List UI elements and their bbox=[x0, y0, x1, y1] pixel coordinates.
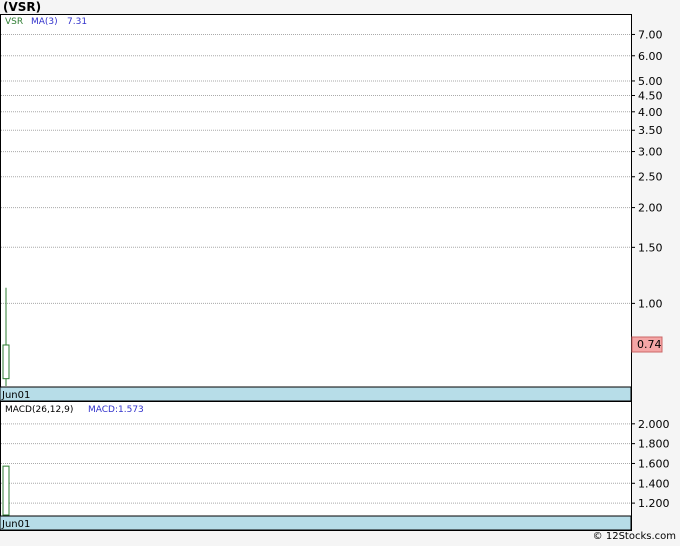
macd-tick-label: 1.400 bbox=[638, 477, 670, 490]
price-tick-label: 1.50 bbox=[638, 241, 663, 254]
macd-tick-label: 1.800 bbox=[638, 438, 670, 451]
macd-bars bbox=[2, 465, 10, 516]
macd-tick-label: 2.000 bbox=[638, 418, 670, 431]
macd-date-band bbox=[0, 515, 632, 531]
macd-tick-label: 1.600 bbox=[638, 457, 670, 470]
price-tick-label: 5.00 bbox=[638, 75, 663, 88]
macd-panel bbox=[0, 401, 632, 531]
legend-symbol: VSR bbox=[5, 17, 23, 27]
price-tick-label: 4.00 bbox=[638, 106, 663, 119]
macd-bar bbox=[2, 465, 10, 516]
macd-date-label: Jun01 bbox=[1, 519, 30, 530]
legend-ma-value: 7.31 bbox=[67, 17, 87, 27]
price-tick-label: 3.00 bbox=[638, 146, 663, 159]
footer-credit: © 12Stocks.com bbox=[592, 531, 676, 542]
macd-legend-value: MACD:1.573 bbox=[88, 405, 144, 415]
macd-tick-label: 1.200 bbox=[638, 497, 670, 510]
candle-body bbox=[2, 344, 10, 380]
price-tick-label: 4.50 bbox=[638, 90, 663, 103]
price-axis: 1.00 1.50 2.00 2.50 3.00 3.50 4.00 4.50 5.00 6.00… bbox=[631, 28, 663, 310]
price-date-label: Jun01 bbox=[1, 390, 30, 401]
price-tick-label: 7.00 bbox=[638, 28, 663, 41]
stock-chart: VSR MA(3) 7.31 Jun01 1.00 1.50 2.00 2.50 3.0… bbox=[0, 14, 670, 531]
price-tick-label: 1.00 bbox=[638, 297, 663, 310]
price-tick-label: 3.50 bbox=[638, 124, 663, 137]
price-tick-label: 6.00 bbox=[638, 50, 663, 63]
price-date-band bbox=[0, 386, 632, 402]
last-price-label: 0.74 bbox=[637, 338, 662, 351]
macd-legend-name: MACD(26,12,9) bbox=[5, 405, 73, 415]
price-tick-label: 2.50 bbox=[638, 171, 663, 184]
legend-ma: MA(3) bbox=[31, 17, 58, 27]
macd-axis: 1.200 1.400 1.600 1.800 2.000 bbox=[631, 418, 670, 510]
price-tick-label: 2.00 bbox=[638, 202, 663, 215]
